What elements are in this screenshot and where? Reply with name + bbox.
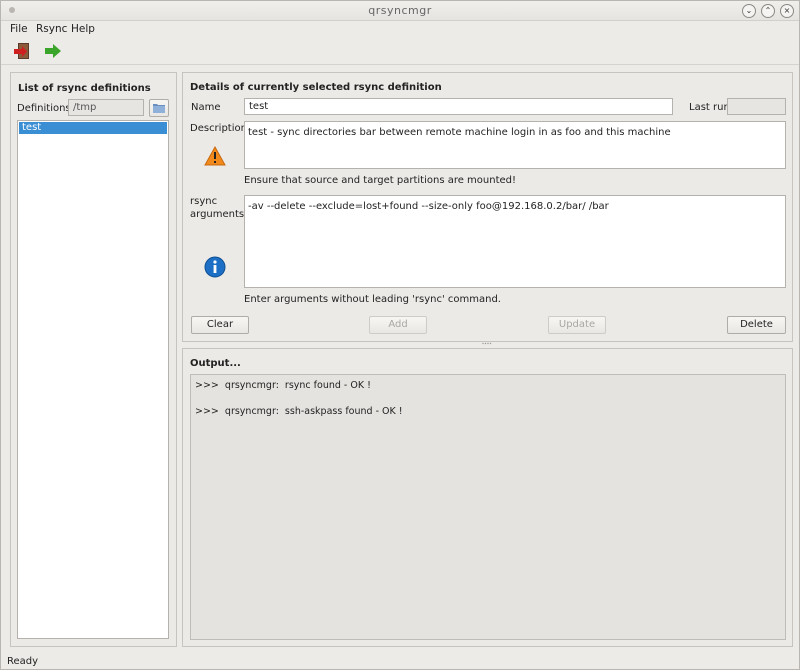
run-arrow-icon [45,44,61,58]
rsync-args-label-1: rsync [190,196,218,207]
warning-icon [204,146,226,166]
output-line: >>> qrsyncmgr: rsync found - OK ! [195,380,371,391]
output-log[interactable]: >>> qrsyncmgr: rsync found - OK ! >>> qr… [190,374,786,640]
rsync-args-label-2: arguments [190,209,245,220]
details-panel: Details of currently selected rsync defi… [182,72,793,342]
menu-bar: File Rsync Help [1,21,799,37]
list-item[interactable]: test [19,122,167,134]
minimize-icon[interactable]: ⌄ [742,4,756,18]
folder-icon [153,104,165,113]
menu-rsync[interactable]: Rsync [36,23,67,35]
output-panel-title: Output... [190,358,241,369]
menu-help[interactable]: Help [71,23,95,35]
exit-button[interactable] [12,40,34,62]
info-icon [204,256,226,278]
definitions-label: Definitions [17,103,71,114]
browse-folder-button[interactable] [149,99,169,117]
last-run-field [727,98,786,115]
app-window: qrsyncmgr ⌄ ⌃ × File Rsync Help List of [0,0,800,670]
name-field[interactable]: test [244,98,673,115]
details-panel-title: Details of currently selected rsync defi… [190,82,442,93]
description-label: Description [190,123,247,134]
add-button[interactable]: Add [369,316,427,334]
exit-door-icon [14,43,29,59]
update-button[interactable]: Update [548,316,606,334]
warning-text: Ensure that source and target partitions… [244,175,517,186]
name-label: Name [191,102,221,113]
title-bar[interactable]: qrsyncmgr ⌄ ⌃ × [1,1,799,21]
definitions-list[interactable]: test [17,120,169,639]
output-line: >>> qrsyncmgr: ssh-askpass found - OK ! [195,406,403,417]
clear-button[interactable]: Clear [191,316,249,334]
last-run-label: Last run [689,102,730,113]
status-bar-text: Ready [7,656,39,667]
definitions-panel: List of rsync definitions Definitions /t… [10,72,177,647]
rsync-arguments-textarea[interactable]: -av --delete --exclude=lost+found --size… [244,195,786,288]
delete-button[interactable]: Delete [727,316,786,334]
run-button[interactable] [42,40,64,62]
toolbar [1,37,799,65]
maximize-icon[interactable]: ⌃ [761,4,775,18]
splitter-handle[interactable] [481,342,493,345]
window-title: qrsyncmgr [368,4,432,17]
info-text: Enter arguments without leading 'rsync' … [244,294,501,305]
menu-file[interactable]: File [10,23,28,35]
output-panel: Output... >>> qrsyncmgr: rsync found - O… [182,348,793,647]
definitions-panel-title: List of rsync definitions [18,83,151,94]
definitions-path-field: /tmp [68,99,144,116]
close-icon[interactable]: × [780,4,794,18]
description-textarea[interactable]: test - sync directories bar between remo… [244,121,786,169]
